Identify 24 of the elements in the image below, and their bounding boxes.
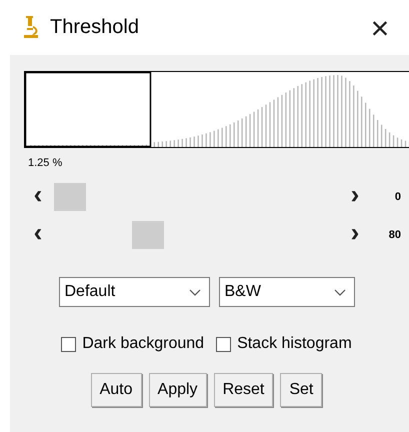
window-title: Threshold xyxy=(50,16,140,39)
checkbox[interactable] xyxy=(216,336,232,352)
action-button[interactable]: Auto xyxy=(90,373,142,407)
decrease-button[interactable]: ‹ xyxy=(24,221,52,249)
dropdown[interactable]: Default xyxy=(58,277,210,307)
increase-button[interactable]: › xyxy=(341,183,369,211)
action-button[interactable]: Set xyxy=(280,373,322,407)
dropdown[interactable]: B&W xyxy=(218,277,354,307)
slider-value: 0 xyxy=(394,191,402,203)
action-button[interactable]: Apply xyxy=(148,373,207,407)
microscope-icon xyxy=(22,16,40,40)
checkbox[interactable] xyxy=(61,336,76,352)
close-button[interactable]: × xyxy=(357,8,403,48)
slider-value: 80 xyxy=(388,229,402,241)
slider-thumb[interactable] xyxy=(54,183,86,211)
action-button[interactable]: Reset xyxy=(214,373,274,407)
checkbox-label: Stack histogram xyxy=(237,335,352,353)
chevron-down-icon xyxy=(188,288,200,296)
slider-thumb[interactable] xyxy=(132,221,164,249)
decrease-button[interactable]: ‹ xyxy=(24,183,52,211)
checkbox-label: Dark background xyxy=(82,335,204,353)
percent-label: 1.25 % xyxy=(28,157,62,169)
increase-button[interactable]: › xyxy=(341,221,369,249)
chevron-down-icon xyxy=(334,288,346,296)
